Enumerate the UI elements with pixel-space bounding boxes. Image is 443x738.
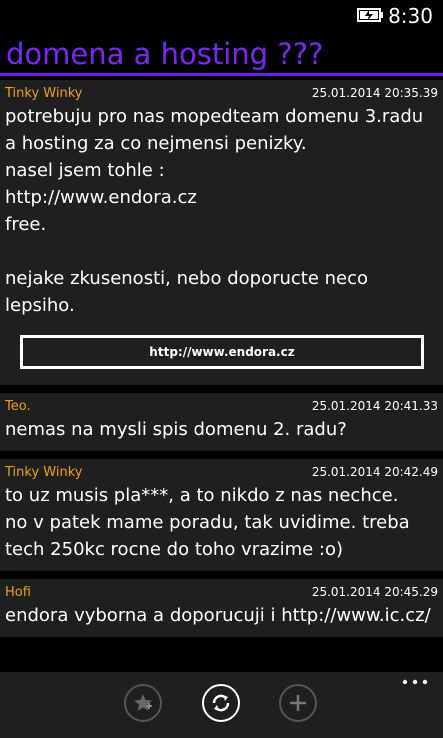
title-underline — [0, 73, 443, 76]
add-button[interactable] — [279, 684, 317, 722]
more-options-icon[interactable] — [401, 678, 429, 686]
favorite-add-button[interactable] — [124, 684, 162, 722]
post-date: 25.01.2014 20:45.29 — [311, 585, 438, 599]
clock: 8:30 — [388, 4, 433, 28]
post-item[interactable]: Tinky Winky 25.01.2014 20:42.49 to uz mu… — [0, 459, 443, 571]
post-date: 25.01.2014 20:41.33 — [311, 399, 438, 413]
post-author[interactable]: Hofi — [5, 585, 31, 600]
status-bar: 8:30 — [0, 0, 443, 32]
post-date: 25.01.2014 20:35.39 — [311, 86, 438, 100]
post-list[interactable]: Tinky Winky 25.01.2014 20:35.39 potrebuj… — [0, 80, 443, 645]
post-body: potrebuju pro nas mopedteam domenu 3.rad… — [5, 106, 424, 316]
post-item[interactable]: Tinky Winky 25.01.2014 20:35.39 potrebuj… — [0, 80, 443, 385]
post-author[interactable]: Tinky Winky — [5, 86, 82, 101]
refresh-button[interactable] — [202, 684, 240, 722]
page-title: domena a hosting ??? — [6, 37, 324, 71]
post-author[interactable]: Teo. — [5, 399, 31, 414]
battery-charging-icon — [357, 8, 383, 22]
star-add-icon — [134, 694, 152, 711]
post-author[interactable]: Tinky Winky — [5, 465, 82, 480]
post-item[interactable]: Teo. 25.01.2014 20:41.33 nemas na mysli … — [0, 393, 443, 451]
post-item[interactable]: Hofi 25.01.2014 20:45.29 endora vyborna … — [0, 579, 443, 637]
post-date: 25.01.2014 20:42.49 — [311, 465, 438, 479]
post-body: endora vyborna a doporucuji i http://www… — [5, 605, 431, 626]
plus-icon — [290, 695, 306, 711]
app-bar — [0, 672, 443, 738]
post-body: nemas na mysli spis domenu 2. radu? — [5, 419, 347, 440]
post-body: to uz musis pla***, a to nikdo z nas nec… — [5, 485, 410, 560]
link-button[interactable]: http://www.endora.cz — [20, 335, 424, 369]
refresh-icon — [212, 694, 230, 712]
